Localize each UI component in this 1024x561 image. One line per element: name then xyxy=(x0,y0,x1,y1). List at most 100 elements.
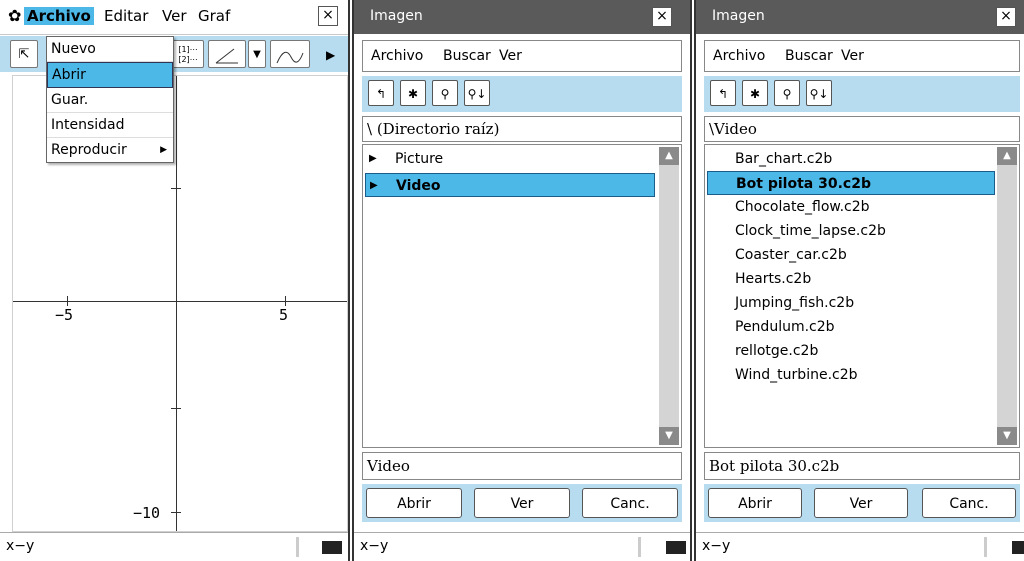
curve-icon[interactable] xyxy=(270,40,310,68)
x-tick-label: −5 xyxy=(55,306,74,324)
dialog-menu: Archivo Buscar Ver xyxy=(704,40,1020,72)
battery-icon xyxy=(322,541,342,554)
view-button[interactable]: Ver xyxy=(814,488,908,518)
status-bar: x−y xyxy=(0,532,348,561)
list-item-selected[interactable]: ▶ Video xyxy=(365,173,655,197)
menu-buscar[interactable]: Buscar xyxy=(443,48,491,64)
close-icon[interactable]: × xyxy=(996,7,1016,27)
button-row: Abrir Ver Canc. xyxy=(362,484,682,522)
submenu-arrow-icon: ▶ xyxy=(160,145,167,155)
close-icon[interactable]: × xyxy=(318,6,338,26)
view-button[interactable]: Ver xyxy=(474,488,570,518)
y-tick xyxy=(171,408,181,409)
menu-item-reproducir-label: Reproducir xyxy=(51,142,127,158)
graph-panel: ✿ Archivo Editar Ver Graf × ⇱ [1]⋯ [2]⋯ ▼… xyxy=(0,0,348,561)
list-item[interactable]: Coaster_car.c2b xyxy=(735,243,847,267)
list-item[interactable]: ▶ Picture xyxy=(365,147,655,171)
x-axis xyxy=(13,301,347,302)
battery-icon xyxy=(666,541,686,554)
new-folder-icon[interactable]: ✱ xyxy=(400,80,426,106)
select-arrow-icon[interactable]: ⇱ xyxy=(10,40,38,68)
title-bar: Imagen × xyxy=(354,0,690,34)
menu-buscar[interactable]: Buscar xyxy=(785,48,833,64)
menu-item-intensidad[interactable]: Intensidad xyxy=(47,113,173,138)
open-button[interactable]: Abrir xyxy=(708,488,802,518)
menu-ver[interactable]: Ver xyxy=(162,7,187,25)
status-text: x−y xyxy=(6,538,35,554)
cancel-button[interactable]: Canc. xyxy=(582,488,678,518)
status-separator xyxy=(638,537,641,557)
list-item[interactable]: Jumping_fish.c2b xyxy=(735,291,854,315)
battery-icon xyxy=(1012,541,1024,554)
menu-item-abrir[interactable]: Abrir xyxy=(47,62,173,88)
scroll-down-icon[interactable]: ▼ xyxy=(997,427,1017,445)
y-tick xyxy=(171,512,181,513)
list-item[interactable]: Chocolate_flow.c2b xyxy=(735,195,870,219)
y-tick xyxy=(171,188,181,189)
x-tick xyxy=(67,296,68,306)
menu-item-guardar[interactable]: Guar. xyxy=(47,88,173,113)
list-item-label: Video xyxy=(396,178,441,194)
menu-archivo[interactable]: Archivo xyxy=(371,48,423,64)
scrollbar[interactable]: ▲ ▼ xyxy=(659,147,679,445)
archivo-dropdown: Nuevo Abrir Guar. Intensidad Reproducir ▶ xyxy=(46,36,174,163)
menu-ver[interactable]: Ver xyxy=(841,48,864,64)
cancel-button[interactable]: Canc. xyxy=(922,488,1016,518)
dialog-toolbar: ↰ ✱ ⚲ ⚲↓ xyxy=(704,76,1020,112)
list-item[interactable]: Pendulum.c2b xyxy=(735,315,835,339)
close-icon[interactable]: × xyxy=(652,7,672,27)
folder-arrow-icon: ▶ xyxy=(370,180,378,191)
search-icon[interactable]: ⚲ xyxy=(432,80,458,106)
table-icon[interactable]: [1]⋯ [2]⋯ xyxy=(172,40,204,68)
gear-icon[interactable]: ✿ xyxy=(8,6,21,25)
list-item[interactable]: Wind_turbine.c2b xyxy=(735,363,858,387)
filename-field[interactable]: Bot pilota 30.c2b xyxy=(704,452,1020,480)
menu-archivo[interactable]: Archivo xyxy=(713,48,765,64)
status-separator xyxy=(296,537,299,557)
list-item-label: Picture xyxy=(395,151,444,167)
scroll-down-icon[interactable]: ▼ xyxy=(659,427,679,445)
list-item[interactable]: Bar_chart.c2b xyxy=(735,147,832,171)
status-bar: x−y xyxy=(354,532,690,561)
folder-arrow-icon: ▶ xyxy=(369,153,377,164)
status-text: x−y xyxy=(702,538,731,554)
list-item[interactable]: rellotge.c2b xyxy=(735,339,818,363)
menu-editar[interactable]: Editar xyxy=(104,7,148,25)
list-item[interactable]: Clock_time_lapse.c2b xyxy=(735,219,886,243)
menu-graf[interactable]: Graf xyxy=(198,7,230,25)
menu-bar: ✿ Archivo Editar Ver Graf × xyxy=(0,0,348,35)
list-item-selected[interactable]: Bot pilota 30.c2b xyxy=(707,171,995,195)
menu-ver[interactable]: Ver xyxy=(499,48,522,64)
open-button[interactable]: Abrir xyxy=(366,488,462,518)
menu-item-reproducir[interactable]: Reproducir ▶ xyxy=(47,138,173,162)
search-icon[interactable]: ⚲ xyxy=(774,80,800,106)
x-tick-label: 5 xyxy=(279,306,289,324)
dialog-menu: Archivo Buscar Ver xyxy=(362,40,682,72)
dialog-toolbar: ↰ ✱ ⚲ ⚲↓ xyxy=(362,76,682,112)
play-icon[interactable]: ▶ xyxy=(326,48,335,62)
menu-item-nuevo[interactable]: Nuevo xyxy=(47,37,173,62)
folder-up-icon[interactable]: ↰ xyxy=(368,80,394,106)
dropdown-arrow-icon[interactable]: ▼ xyxy=(248,40,266,68)
new-folder-icon[interactable]: ✱ xyxy=(742,80,768,106)
search-next-icon[interactable]: ⚲↓ xyxy=(464,80,490,106)
scroll-up-icon[interactable]: ▲ xyxy=(997,147,1017,165)
status-text: x−y xyxy=(360,538,389,554)
folder-up-icon[interactable]: ↰ xyxy=(710,80,736,106)
y-tick-label: −10 xyxy=(133,504,161,522)
menu-archivo[interactable]: Archivo xyxy=(24,7,94,25)
video-dialog-root: Imagen × Archivo Buscar Ver ↰ ✱ ⚲ ⚲↓ \Vi… xyxy=(696,0,1024,561)
status-bar: x−y xyxy=(696,532,1024,561)
dialog-title: Imagen xyxy=(370,8,423,24)
filename-field[interactable]: Video xyxy=(362,452,682,480)
list-item[interactable]: Hearts.c2b xyxy=(735,267,811,291)
scroll-up-icon[interactable]: ▲ xyxy=(659,147,679,165)
graph-icon[interactable] xyxy=(208,40,246,68)
scrollbar[interactable]: ▲ ▼ xyxy=(997,147,1017,445)
file-list[interactable]: Bar_chart.c2b Bot pilota 30.c2b Chocolat… xyxy=(704,144,1020,448)
button-row: Abrir Ver Canc. xyxy=(704,484,1020,522)
status-separator xyxy=(984,537,987,557)
title-bar: Imagen × xyxy=(696,0,1024,34)
search-next-icon[interactable]: ⚲↓ xyxy=(806,80,832,106)
file-list[interactable]: ▶ Picture ▶ Video ▲ ▼ xyxy=(362,144,682,448)
